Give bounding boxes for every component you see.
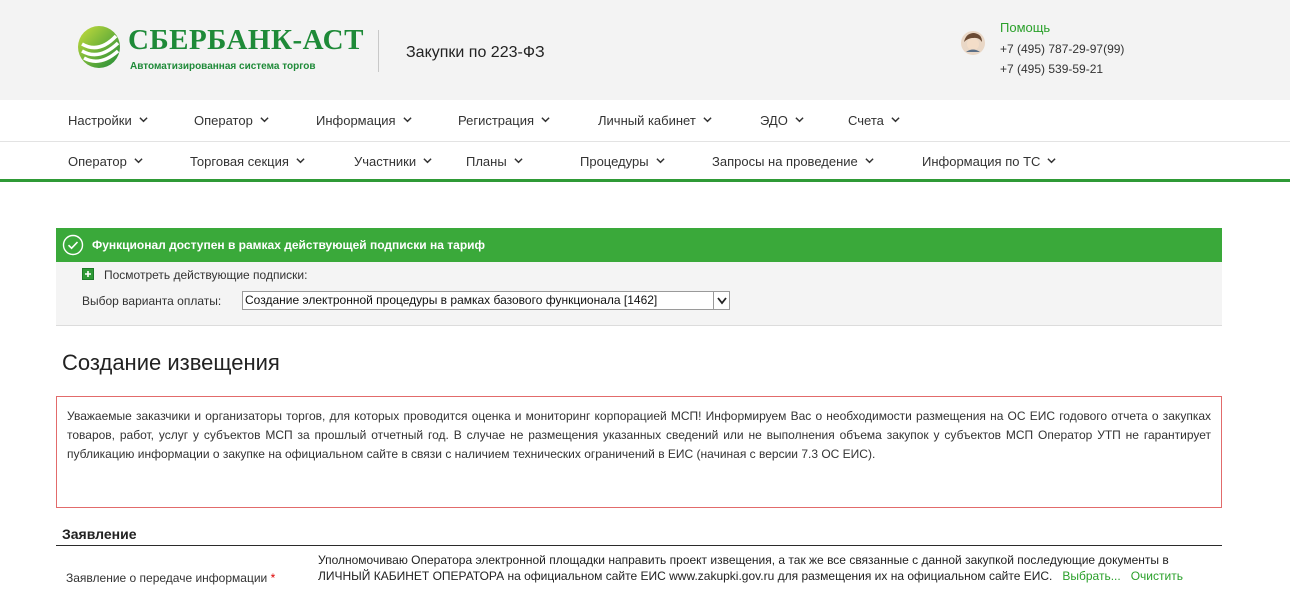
nav-label: Торговая секция	[190, 154, 289, 169]
statement-section-title: Заявление	[62, 526, 137, 542]
chevron-down-icon	[717, 297, 727, 305]
sberbank-logo-icon	[78, 26, 120, 68]
chevron-down-icon	[655, 158, 665, 164]
view-subscriptions-link[interactable]: Посмотреть действующие подписки:	[104, 268, 307, 282]
phone-number-1: +7 (495) 787-29-97(99)	[1000, 42, 1125, 56]
support-avatar-icon[interactable]	[960, 30, 986, 56]
nav-label: Счета	[848, 113, 884, 128]
nav-label: Планы	[466, 154, 507, 169]
banner-text: Функционал доступен в рамках действующей…	[92, 238, 486, 252]
chevron-down-icon	[795, 117, 804, 123]
expand-plus-icon[interactable]	[82, 268, 94, 280]
nav-personal-cabinet[interactable]: Личный кабинет	[598, 100, 712, 140]
chevron-down-icon	[891, 117, 900, 123]
chevron-down-icon	[296, 158, 305, 164]
chevron-down-icon	[260, 117, 269, 123]
subscription-panel: Посмотреть действующие подписки: Выбор в…	[56, 262, 1222, 326]
help-link[interactable]: Помощь	[1000, 20, 1050, 35]
chevron-down-icon	[514, 158, 523, 164]
page-title: Создание извещения	[62, 350, 280, 375]
nav-label: Регистрация	[458, 113, 534, 128]
site-header: СБЕРБАНК-АСТ Автоматизированная система …	[0, 0, 1290, 100]
msp-notice: Уважаемые заказчики и организаторы торго…	[56, 396, 1222, 508]
site-section-title: Закупки по 223-ФЗ	[406, 44, 545, 61]
select-dropdown-button[interactable]	[713, 292, 729, 309]
phone-number-2: +7 (495) 539-59-21	[1000, 62, 1104, 76]
nav-label: Запросы на проведение	[712, 154, 858, 169]
primary-nav: Настройки Оператор Информация Регистраци…	[0, 100, 1290, 142]
chevron-down-icon	[1047, 158, 1057, 164]
sberbank-ast-logo[interactable]: СБЕРБАНК-АСТ Автоматизированная система …	[76, 22, 363, 78]
nav-information[interactable]: Информация	[316, 100, 412, 140]
nav-registration[interactable]: Регистрация	[458, 100, 550, 140]
nav-label: Оператор	[194, 113, 253, 128]
chevron-down-icon	[541, 117, 550, 123]
nav-label: Информация по ТС	[922, 154, 1041, 169]
nav-operator[interactable]: Оператор	[194, 100, 269, 140]
nav-operator-2[interactable]: Оператор	[68, 142, 143, 182]
nav-trading-section[interactable]: Торговая секция	[190, 142, 305, 182]
chevron-down-icon	[865, 158, 874, 164]
statement-field-text: Уполномочиваю Оператора электронной площ…	[318, 552, 1218, 584]
secondary-nav: Оператор Торговая секция Участники Планы…	[0, 142, 1290, 182]
payment-option-value: Создание электронной процедуры в рамках …	[245, 293, 658, 307]
nav-procedures[interactable]: Процедуры	[580, 142, 665, 182]
payment-option-select[interactable]: Создание электронной процедуры в рамках …	[242, 291, 730, 310]
logo-subtitle: Автоматизированная система торгов	[130, 61, 316, 72]
nav-plans[interactable]: Планы	[466, 142, 523, 182]
chevron-down-icon	[139, 117, 148, 123]
nav-edo[interactable]: ЭДО	[760, 100, 804, 140]
subscription-banner: Функционал доступен в рамках действующей…	[56, 228, 1222, 262]
required-mark: *	[270, 571, 276, 585]
section-divider	[56, 545, 1222, 546]
nav-label: Процедуры	[580, 154, 649, 169]
field-label-text: Заявление о передаче информации	[66, 571, 268, 585]
nav-settings[interactable]: Настройки	[68, 100, 148, 140]
nav-label: ЭДО	[760, 113, 788, 128]
nav-label: Личный кабинет	[598, 113, 696, 128]
header-divider	[378, 30, 379, 72]
statement-text: Уполномочиваю Оператора электронной площ…	[318, 553, 1169, 583]
chevron-down-icon	[402, 117, 412, 123]
nav-label: Информация	[316, 113, 396, 128]
chevron-down-icon	[423, 158, 432, 164]
nav-label: Оператор	[68, 154, 127, 169]
check-circle-icon	[62, 234, 84, 256]
logo-name: СБЕРБАНК-АСТ	[128, 24, 364, 56]
chevron-down-icon	[703, 117, 712, 123]
nav-label: Участники	[354, 154, 417, 169]
nav-accounts[interactable]: Счета	[848, 100, 900, 140]
statement-field-label: Заявление о передаче информации *	[66, 571, 275, 585]
nav-participants[interactable]: Участники	[354, 142, 432, 182]
nav-ts-information[interactable]: Информация по ТС	[922, 142, 1057, 182]
clear-link[interactable]: Очистить	[1131, 569, 1183, 583]
chevron-down-icon	[134, 158, 143, 164]
nav-requests[interactable]: Запросы на проведение	[712, 142, 874, 182]
select-link[interactable]: Выбрать...	[1062, 569, 1120, 583]
nav-label: Настройки	[68, 113, 132, 128]
payment-option-label: Выбор варианта оплаты:	[82, 294, 222, 308]
